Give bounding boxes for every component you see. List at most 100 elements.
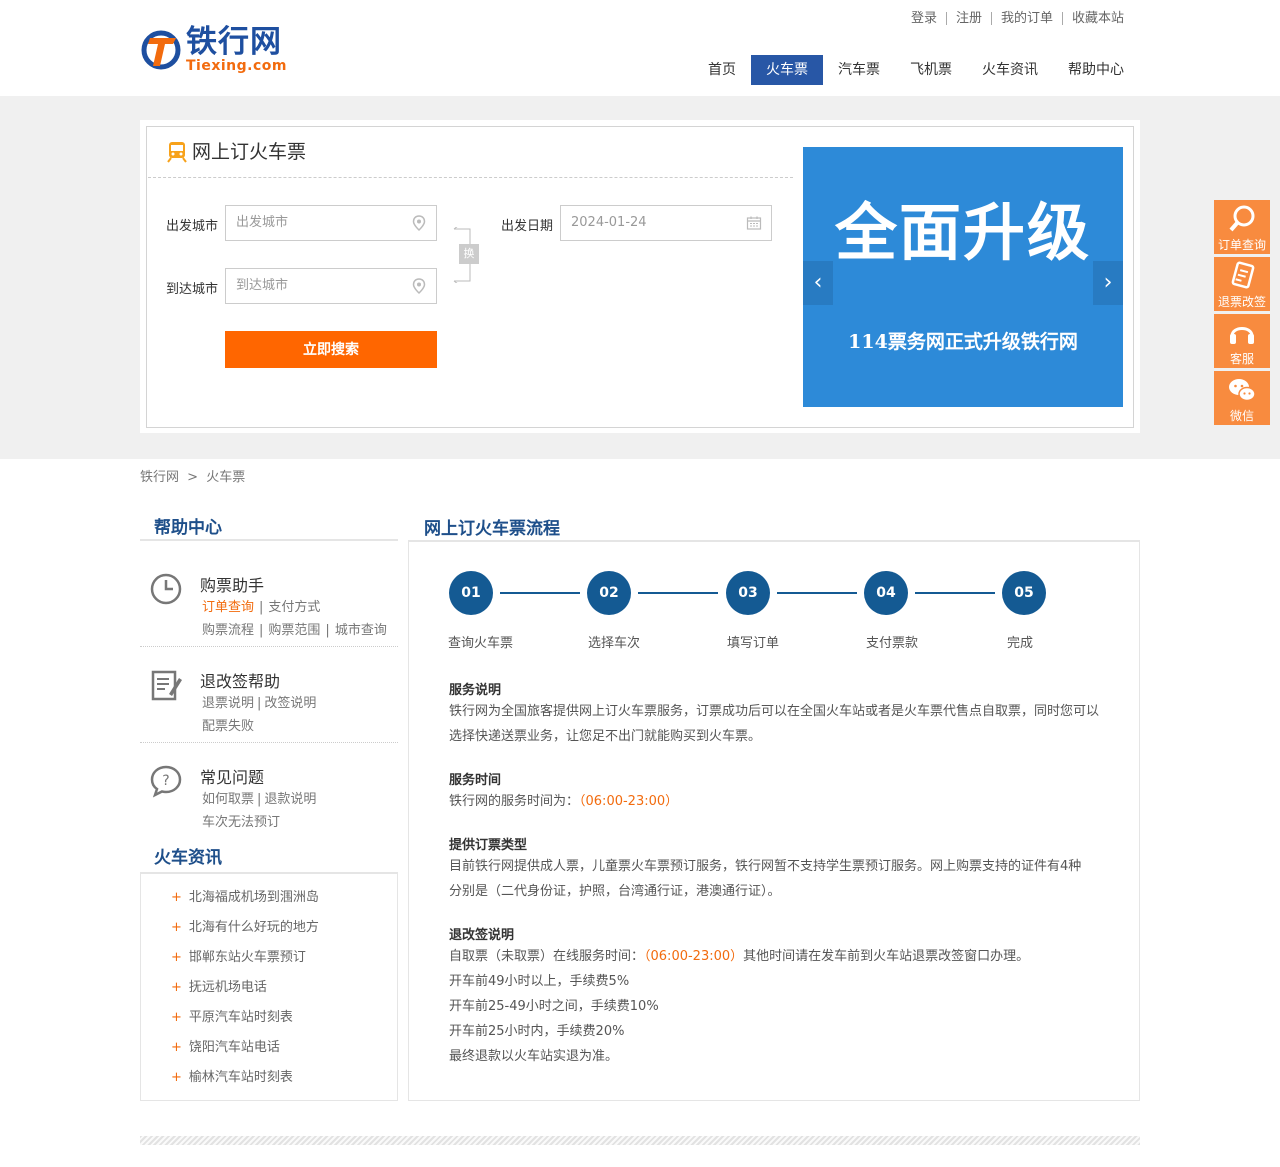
help-divider xyxy=(140,742,398,743)
step-connector xyxy=(500,592,580,594)
refund-line: 开车前49小时以上，手续费5% xyxy=(449,974,630,989)
arrive-city-input[interactable]: 到达城市 xyxy=(225,268,437,304)
news-item[interactable]: 平原汽车站时刻表 xyxy=(171,1006,293,1025)
float-order-query[interactable]: 订单查询 xyxy=(1214,200,1270,254)
help-group-faq-title: 常见问题 xyxy=(200,768,265,787)
top-links: 登录 注册 我的订单 收藏本站 xyxy=(902,12,1133,25)
help-group-faq: ? 常见问题 如何取票 | 退款说明 车次无法预订 xyxy=(140,764,398,834)
logo-text-en: Tiexing.com xyxy=(186,58,287,74)
floating-toolbar: 订单查询 退票改签 客服 微信 xyxy=(1214,200,1270,428)
calendar-icon xyxy=(746,216,762,230)
news-item[interactable]: 饶阳汽车站电话 xyxy=(171,1036,280,1055)
login-link[interactable]: 登录 xyxy=(902,12,946,25)
help-group-faq-links: 如何取票 | 退款说明 车次无法预订 xyxy=(202,788,398,834)
time-text-prefix: 铁行网的服务时间为： xyxy=(449,794,580,809)
breadcrumb-home[interactable]: 铁行网 xyxy=(140,470,179,485)
train-news-title: 火车资讯 xyxy=(154,848,222,868)
document-edit-icon xyxy=(151,670,182,701)
footer-divider xyxy=(140,1136,1140,1145)
step-connector xyxy=(638,592,718,594)
step-5-label: 完成 xyxy=(1007,636,1034,651)
nav-home[interactable]: 首页 xyxy=(693,55,751,85)
nav-train-news[interactable]: 火车资讯 xyxy=(967,55,1053,85)
help-divider xyxy=(140,646,398,647)
news-item[interactable]: 榆林汽车站时刻表 xyxy=(171,1066,293,1085)
nav-train-tickets[interactable]: 火车票 xyxy=(751,55,823,85)
news-item[interactable]: 北海福成机场到涠洲岛 xyxy=(171,886,319,905)
location-pin-icon xyxy=(412,215,426,231)
link-separator: | xyxy=(257,792,262,807)
nav-flight-tickets[interactable]: 飞机票 xyxy=(895,55,967,85)
help-link-change-info[interactable]: 改签说明 xyxy=(264,692,316,715)
nav-help-center[interactable]: 帮助中心 xyxy=(1053,55,1139,85)
link-separator: | xyxy=(257,696,262,711)
help-link-purchase-flow[interactable]: 购票流程 xyxy=(202,619,254,642)
step-2-number: 02 xyxy=(587,571,631,615)
banner-next-arrow-icon[interactable]: › xyxy=(1093,261,1123,305)
breadcrumb-separator: > xyxy=(187,470,199,485)
help-link-payment[interactable]: 支付方式 xyxy=(268,596,320,619)
link-separator: | xyxy=(259,600,264,615)
help-link-pickup[interactable]: 如何取票 xyxy=(202,788,254,811)
refund-suffix: 其他时间请在发车前到火车站退票改签窗口办理。 xyxy=(743,949,1030,964)
help-link-purchase-range[interactable]: 购票范围 xyxy=(268,619,320,642)
refund-text: 自取票（未取票）在线服务时间：（06:00-23:00）其他时间请在发车前到火车… xyxy=(449,944,1109,1069)
time-text: 铁行网的服务时间为：（06:00-23:00） xyxy=(449,789,1109,814)
news-item[interactable]: 北海有什么好玩的地方 xyxy=(171,916,319,935)
depart-date-input[interactable]: 2024-01-24 xyxy=(560,205,772,241)
help-group-refund-links: 退票说明 | 改签说明 配票失败 xyxy=(202,692,398,738)
refund-title: 退改签说明 xyxy=(449,928,515,943)
swap-cities-button[interactable]: 换 xyxy=(459,244,479,264)
refund-line: 最终退款以火车站实退为准。 xyxy=(449,1049,619,1064)
help-link-allocation-fail[interactable]: 配票失败 xyxy=(202,715,254,738)
step-connector xyxy=(777,592,857,594)
promo-banner[interactable]: 全面升级 114票务网正式升级铁行网 ‹ › xyxy=(803,147,1123,407)
service-text: 铁行网为全国旅客提供网上订火车票服务，订票成功后可以在全国火车站或者是火车票代售… xyxy=(449,704,1100,744)
search-icon xyxy=(1229,205,1255,232)
depart-city-label: 出发城市 xyxy=(166,219,219,234)
bookmark-link[interactable]: 收藏本站 xyxy=(1061,12,1133,25)
clock-icon xyxy=(150,573,182,605)
my-orders-link[interactable]: 我的订单 xyxy=(990,12,1062,25)
process-title: 网上订火车票流程 xyxy=(424,519,560,539)
main-nav: 首页 火车票 汽车票 飞机票 火车资讯 帮助中心 xyxy=(693,55,1139,85)
help-group-purchase-title: 购票助手 xyxy=(200,576,265,595)
site-logo[interactable]: 铁行网 Tiexing.com xyxy=(140,24,300,76)
float-wechat-label: 微信 xyxy=(1229,409,1254,423)
time-title: 服务时间 xyxy=(449,773,502,788)
arrive-city-label: 到达城市 xyxy=(166,282,219,297)
help-link-refund-money[interactable]: 退款说明 xyxy=(264,788,316,811)
help-link-order-query[interactable]: 订单查询 xyxy=(202,596,254,619)
link-separator: | xyxy=(325,623,330,638)
register-link[interactable]: 注册 xyxy=(945,12,991,25)
float-customer-service-label: 客服 xyxy=(1229,352,1254,366)
time-value: （06:00-23:00） xyxy=(579,794,679,809)
help-group-purchase: 购票助手 订单查询 | 支付方式 购票流程 | 购票范围 | 城市查询 xyxy=(140,572,398,642)
breadcrumb-current[interactable]: 火车票 xyxy=(206,470,245,485)
news-item[interactable]: 邯郸东站火车票预订 xyxy=(171,946,306,965)
help-link-train-unavailable[interactable]: 车次无法预订 xyxy=(202,811,280,834)
depart-city-placeholder: 出发城市 xyxy=(236,215,289,230)
float-customer-service[interactable]: 客服 xyxy=(1214,314,1270,368)
float-wechat[interactable]: 微信 xyxy=(1214,371,1270,425)
refund-line: 开车前25小时内，手续费20% xyxy=(449,1024,625,1039)
search-button[interactable]: 立即搜索 xyxy=(225,331,437,368)
step-1-label: 查询火车票 xyxy=(448,636,514,651)
news-item[interactable]: 抚远机场电话 xyxy=(171,976,267,995)
nav-bus-tickets[interactable]: 汽车票 xyxy=(823,55,895,85)
float-refund-change[interactable]: 退票改签 xyxy=(1214,257,1270,311)
help-group-refund: 退改签帮助 退票说明 | 改签说明 配票失败 xyxy=(140,668,398,738)
help-link-refund-info[interactable]: 退票说明 xyxy=(202,692,254,715)
logo-mark-icon xyxy=(141,30,181,70)
site-header: 铁行网 Tiexing.com 登录 注册 我的订单 收藏本站 首页 火车票 汽… xyxy=(0,0,1280,96)
step-1-number: 01 xyxy=(449,571,493,615)
help-group-purchase-links: 订单查询 | 支付方式 购票流程 | 购票范围 | 城市查询 xyxy=(202,596,398,642)
help-link-city-query[interactable]: 城市查询 xyxy=(335,619,387,642)
refund-line: 开车前25-49小时之间，手续费10% xyxy=(449,999,659,1014)
step-4-number: 04 xyxy=(864,571,908,615)
banner-prev-arrow-icon[interactable]: ‹ xyxy=(803,261,833,305)
banner-subline: 114票务网正式升级铁行网 xyxy=(848,331,1078,353)
depart-date-value: 2024-01-24 xyxy=(571,215,647,230)
search-title-divider xyxy=(148,177,793,178)
depart-city-input[interactable]: 出发城市 xyxy=(225,205,437,241)
